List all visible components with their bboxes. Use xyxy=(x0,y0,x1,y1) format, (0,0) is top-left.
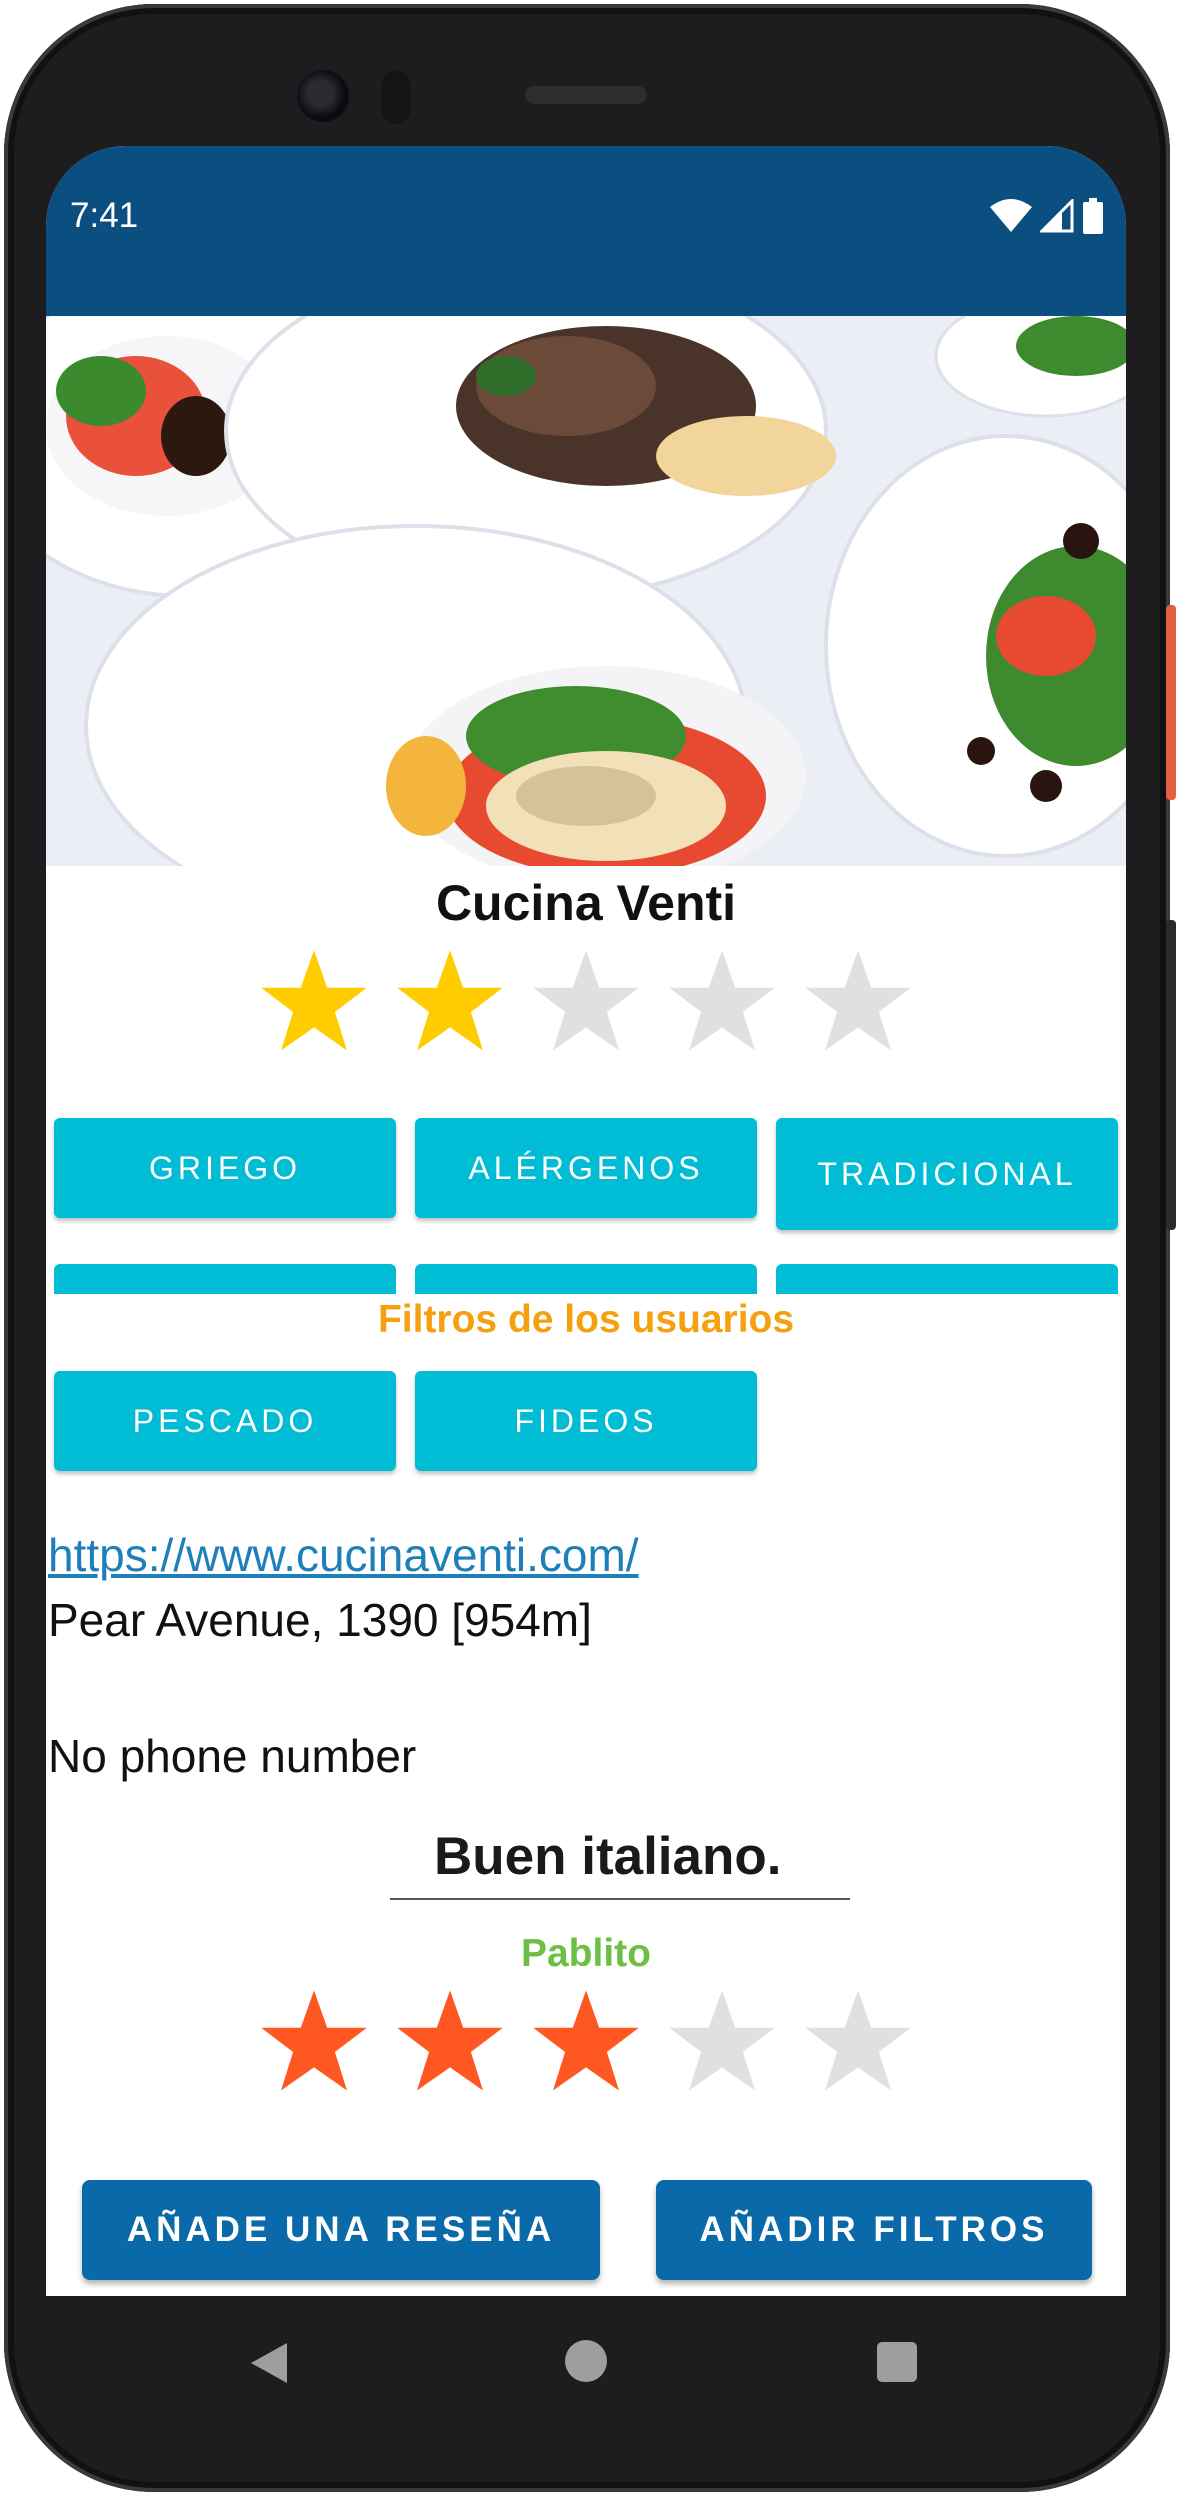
rating-star-empty-icon xyxy=(533,950,639,1051)
review-star-empty-icon xyxy=(669,1990,775,2091)
add-filters-button[interactable]: AÑADIR FILTROS xyxy=(656,2180,1092,2280)
home-icon[interactable] xyxy=(565,2340,607,2382)
system-navigation-bar xyxy=(46,2296,1126,2426)
user-filters-header: Filtros de los usuarios xyxy=(377,1298,795,1341)
volume-button xyxy=(1166,920,1176,1230)
rating-star-filled-icon xyxy=(397,950,503,1051)
status-bar: 7:41 xyxy=(46,146,1126,316)
address-text: Pear Avenue, 1390 [954m] xyxy=(48,1594,592,1646)
power-button xyxy=(1166,605,1176,800)
tag-chip-hidden[interactable] xyxy=(54,1264,396,1294)
review-rating xyxy=(46,1986,1126,2096)
tag-chip-alergenos[interactable]: ALÉRGENOS xyxy=(415,1118,757,1218)
status-time: 7:41 xyxy=(70,196,139,235)
review-star-filled-icon xyxy=(397,1990,503,2091)
proximity-sensor xyxy=(382,70,410,124)
review-star-filled-icon xyxy=(261,1990,367,2091)
rating-star-empty-icon xyxy=(805,950,911,1051)
app-screen: 7:41 Cucina Venti GRIEGO ALÉRGENOS TRADI… xyxy=(46,146,1126,2296)
front-camera xyxy=(297,70,349,122)
tag-chip-tradicional-label: TRADICIONAL xyxy=(817,1156,1077,1192)
tag-chip-hidden[interactable] xyxy=(776,1264,1118,1294)
earpiece-speaker xyxy=(525,86,647,104)
restaurant-name: Cucina Venti xyxy=(435,875,737,931)
tag-chip-tradicional[interactable]: TRADICIONAL xyxy=(776,1118,1118,1230)
back-icon[interactable] xyxy=(249,2341,289,2385)
restaurant-rating[interactable] xyxy=(46,946,1126,1056)
add-review-button[interactable]: AÑADE UNA RESEÑA xyxy=(82,2180,600,2280)
review-title: Buen italiano. xyxy=(434,1827,782,1886)
recents-icon[interactable] xyxy=(877,2342,917,2382)
review-author: Pablito xyxy=(520,1932,651,1975)
tag-chip-hidden[interactable] xyxy=(415,1264,757,1294)
rating-star-filled-icon xyxy=(261,950,367,1051)
phone-text: No phone number xyxy=(48,1730,417,1782)
rating-star-empty-icon xyxy=(669,950,775,1051)
wifi-icon xyxy=(990,199,1032,232)
cellular-signal-icon xyxy=(1040,199,1074,233)
restaurant-photo xyxy=(46,316,1126,866)
filter-chip-pescado[interactable]: PESCADO xyxy=(54,1371,396,1471)
filter-chip-fideos[interactable]: FIDEOS xyxy=(415,1371,757,1471)
phone-frame: 7:41 Cucina Venti GRIEGO ALÉRGENOS TRADI… xyxy=(0,0,1178,2498)
status-icons xyxy=(990,196,1104,236)
website-link[interactable]: https://www.cucinaventi.com/ xyxy=(48,1528,639,1582)
review-star-filled-icon xyxy=(533,1990,639,2091)
tag-chip-griego[interactable]: GRIEGO xyxy=(54,1118,396,1218)
battery-icon xyxy=(1083,198,1103,234)
review-title-underline xyxy=(390,1898,850,1900)
review-star-empty-icon xyxy=(805,1990,911,2091)
